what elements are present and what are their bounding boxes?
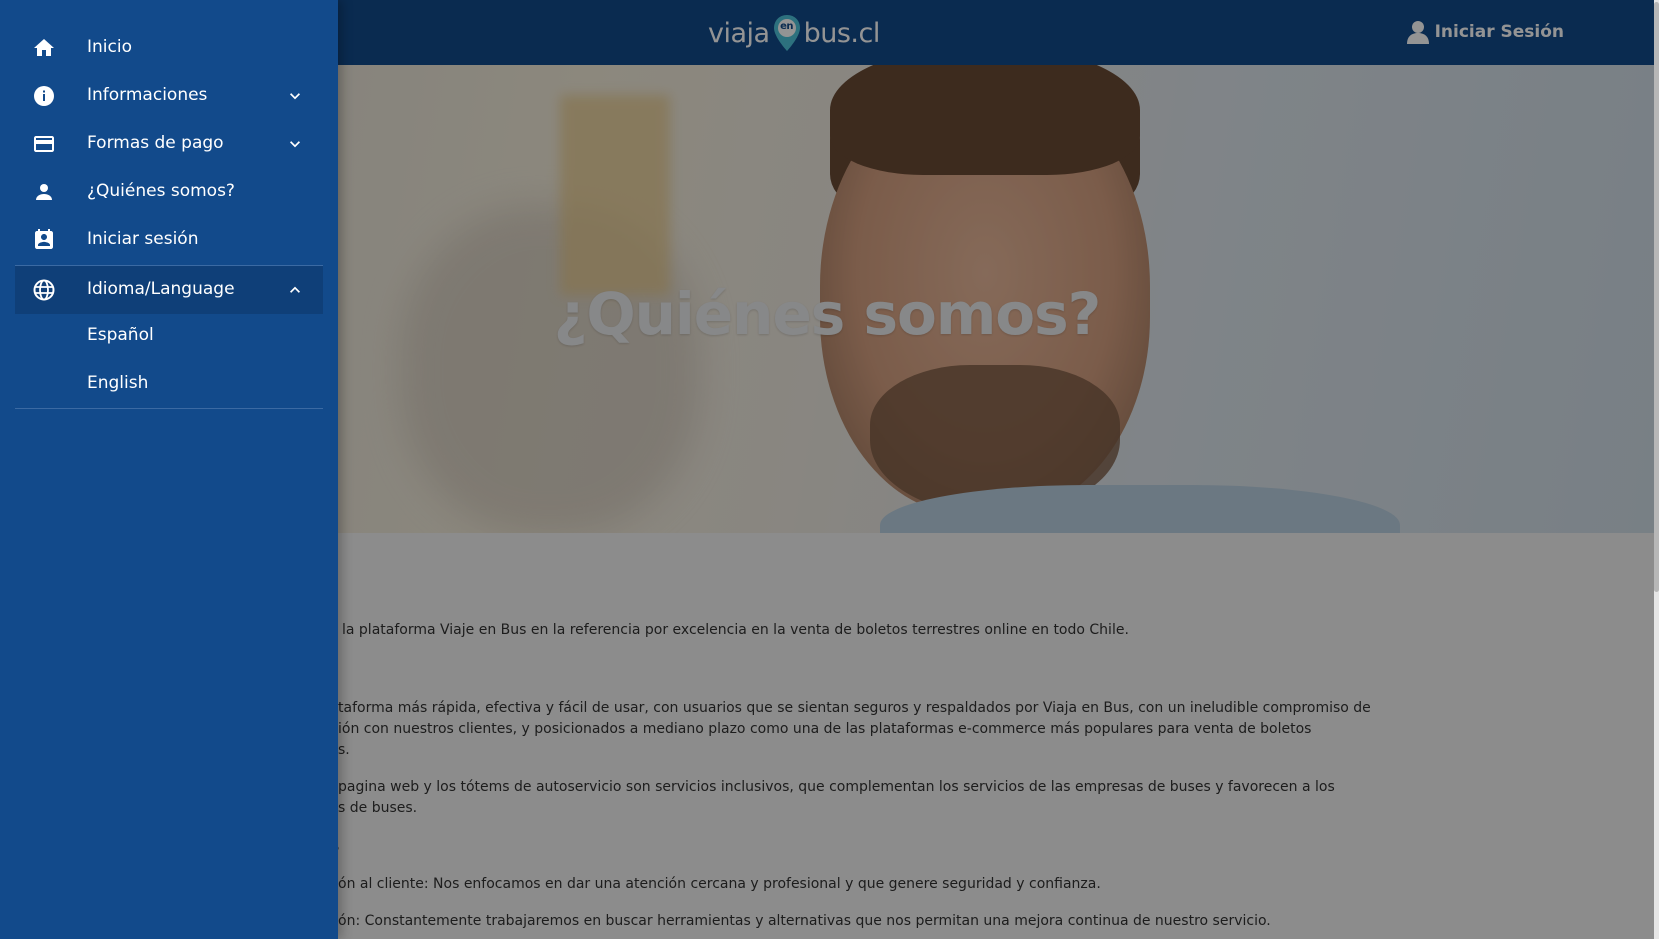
language-option-english[interactable]: English bbox=[15, 360, 323, 408]
chevron-down-icon[interactable] bbox=[285, 134, 305, 154]
scrollbar-thumb[interactable] bbox=[1654, 2, 1659, 592]
globe-icon bbox=[33, 279, 55, 301]
home-icon bbox=[34, 39, 54, 56]
drawer-item-informaciones[interactable]: Informaciones bbox=[15, 72, 323, 120]
language-option-espanol[interactable]: Español bbox=[15, 312, 323, 360]
drawer-item-label: Informaciones bbox=[87, 85, 208, 105]
chevron-down-icon[interactable] bbox=[285, 86, 305, 106]
drawer-item-inicio[interactable]: Inicio bbox=[15, 24, 323, 72]
drawer-item-formas-de-pago[interactable]: Formas de pago bbox=[15, 120, 323, 168]
language-option-label: English bbox=[87, 373, 149, 393]
drawer-divider bbox=[15, 408, 323, 409]
info-icon bbox=[34, 86, 54, 106]
page-scrollbar[interactable] bbox=[1654, 0, 1659, 939]
contact-badge-icon bbox=[35, 229, 53, 249]
drawer-item-label: Iniciar sesión bbox=[87, 229, 199, 249]
person-icon bbox=[36, 184, 52, 200]
drawer-item-idioma[interactable]: Idioma/Language bbox=[15, 266, 323, 314]
drawer-item-label: Inicio bbox=[87, 37, 132, 57]
language-option-label: Español bbox=[87, 325, 154, 345]
chevron-up-icon[interactable] bbox=[285, 280, 305, 300]
drawer-item-label: ¿Quiénes somos? bbox=[87, 181, 235, 201]
credit-card-icon bbox=[34, 136, 54, 152]
drawer-item-iniciar-sesion[interactable]: Iniciar sesión bbox=[15, 216, 323, 264]
side-drawer: Inicio Informaciones Formas de pago ¿Qui… bbox=[0, 0, 338, 939]
drawer-item-quienes-somos[interactable]: ¿Quiénes somos? bbox=[15, 168, 323, 216]
drawer-item-label: Idioma/Language bbox=[87, 279, 235, 299]
drawer-item-label: Formas de pago bbox=[87, 133, 224, 153]
